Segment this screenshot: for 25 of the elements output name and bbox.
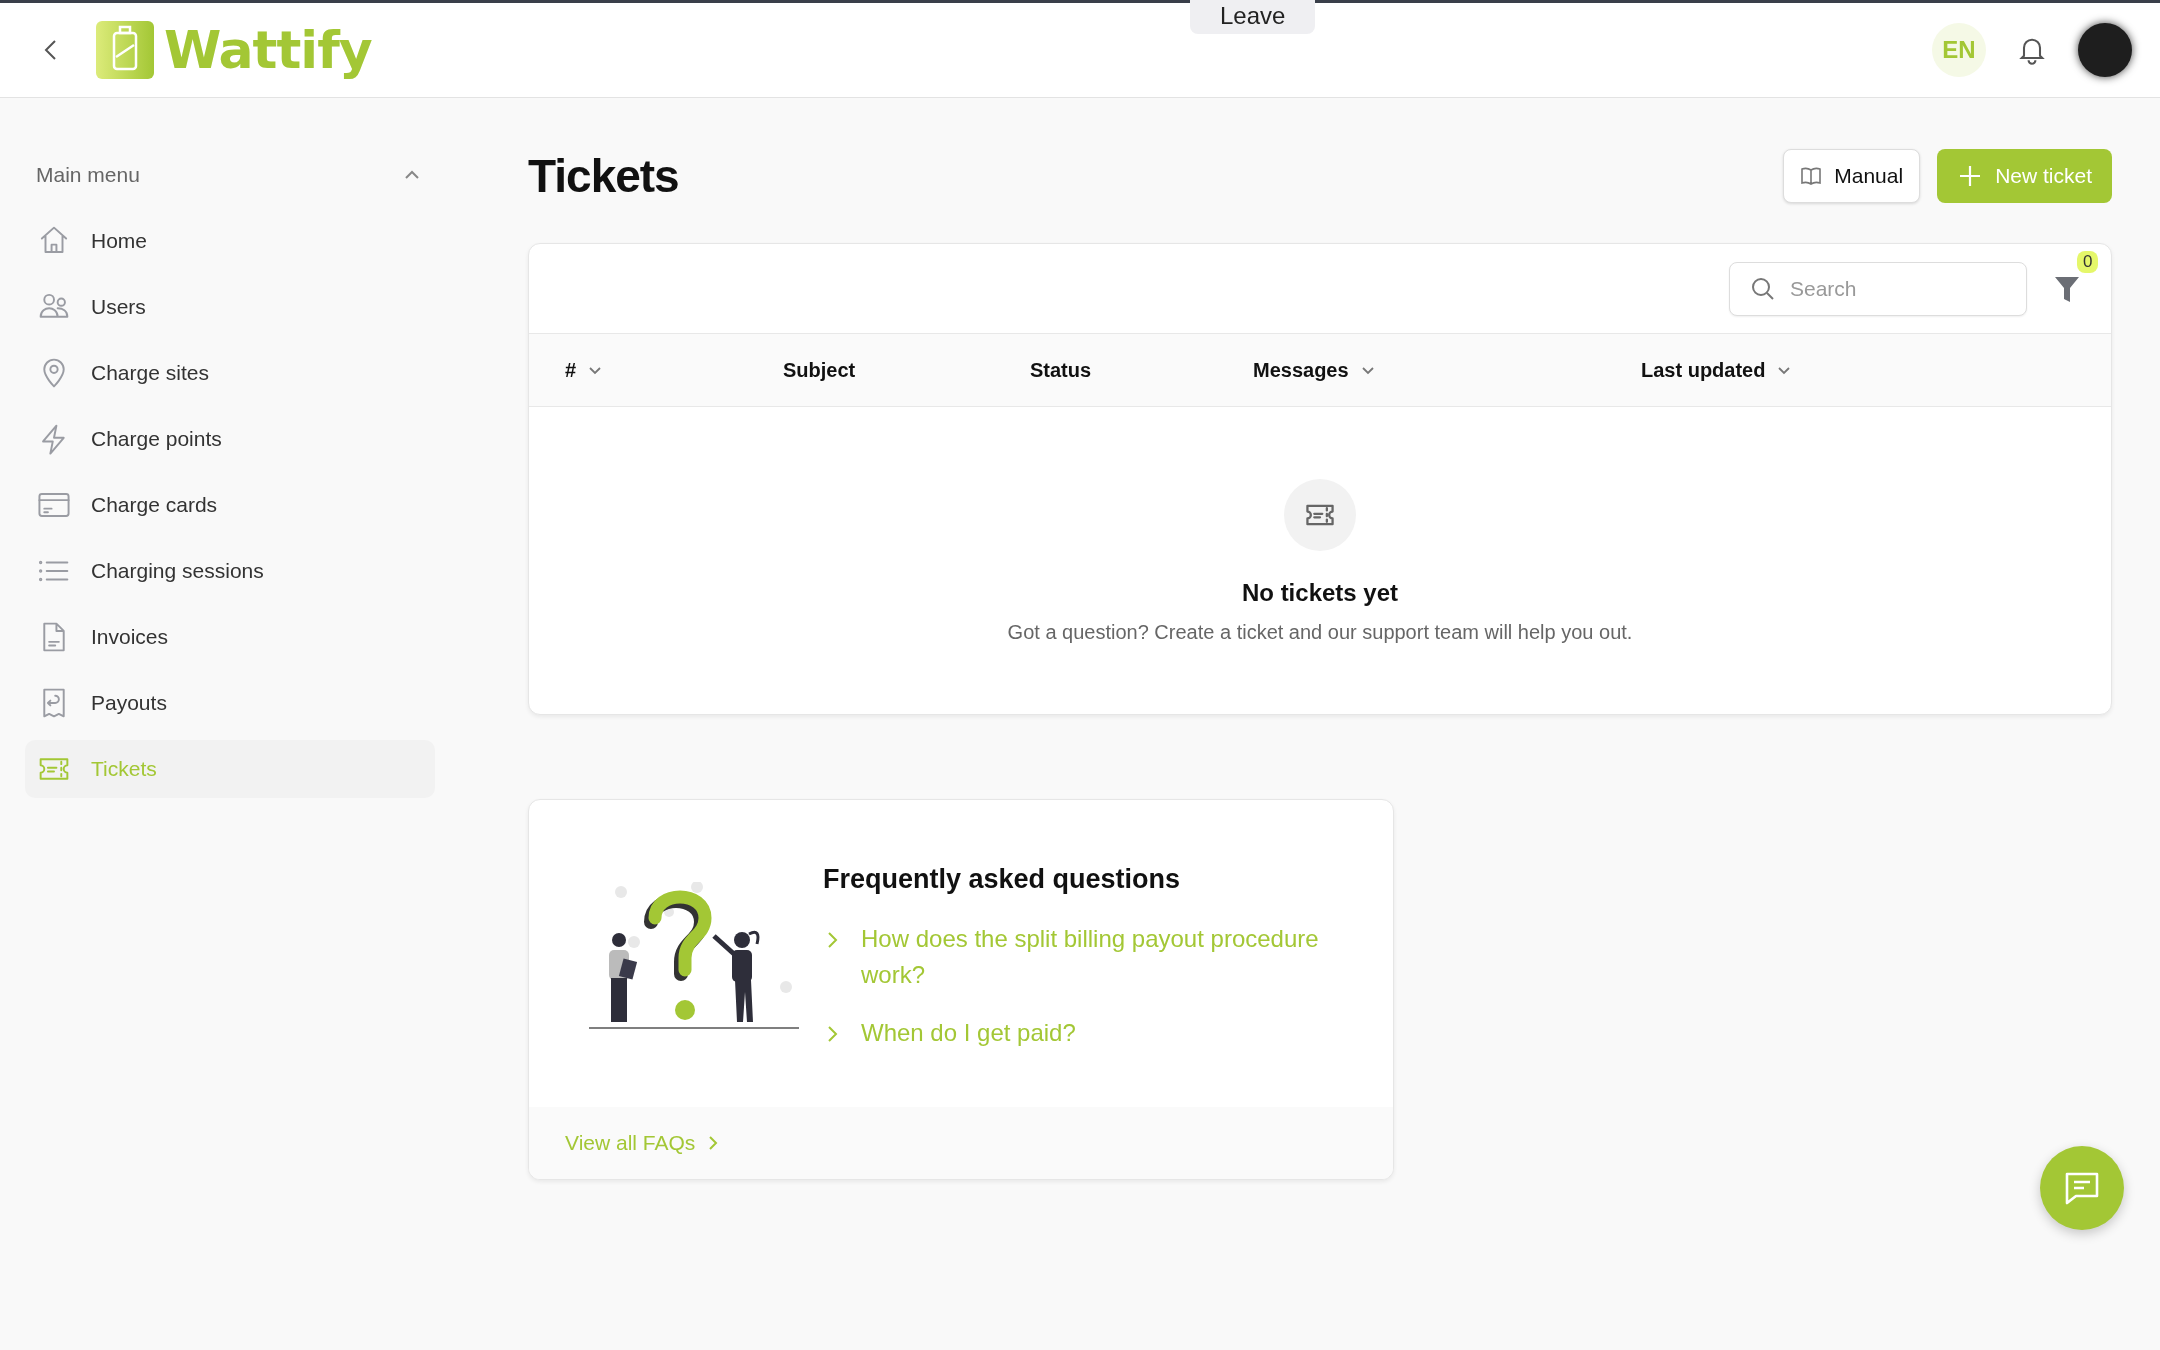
column-header[interactable]: Last updated bbox=[1641, 358, 2111, 382]
sidebar-item[interactable]: Users bbox=[25, 278, 435, 336]
sidebar-item[interactable]: Home bbox=[25, 212, 435, 270]
sidebar-item[interactable]: Invoices bbox=[25, 608, 435, 666]
sidebar-item[interactable]: Charge cards bbox=[25, 476, 435, 534]
empty-state-title: No tickets yet bbox=[1241, 579, 1399, 607]
column-header: Subject bbox=[783, 358, 857, 382]
column-header[interactable]: Messages bbox=[1253, 358, 1641, 382]
brand-name: Wattify bbox=[164, 20, 372, 80]
column-header[interactable]: # bbox=[565, 358, 783, 382]
sidebar-item[interactable]: Charging sessions bbox=[25, 542, 435, 600]
sidebar-item[interactable]: Payouts bbox=[25, 674, 435, 732]
sidebar-item[interactable]: Charge points bbox=[25, 410, 435, 468]
faq-title: Frequently asked questions bbox=[823, 864, 1182, 895]
filter-count-badge: 0 bbox=[2077, 250, 2099, 273]
user-avatar[interactable] bbox=[2078, 23, 2132, 77]
empty-state-message: Got a question? Create a ticket and our support team will help you out. bbox=[1007, 621, 1633, 644]
search-field[interactable]: Search bbox=[1729, 261, 2027, 316]
manual-button[interactable]: Manual bbox=[1783, 148, 1921, 203]
page-title: Tickets bbox=[528, 148, 680, 203]
column-header: Status bbox=[1030, 358, 1093, 382]
menu-title: Main menu bbox=[36, 163, 140, 187]
battery-logo-icon bbox=[96, 21, 154, 79]
leave-button[interactable]: Leave bbox=[1190, 0, 1316, 34]
sidebar-item[interactable]: Charge sites bbox=[25, 344, 435, 402]
